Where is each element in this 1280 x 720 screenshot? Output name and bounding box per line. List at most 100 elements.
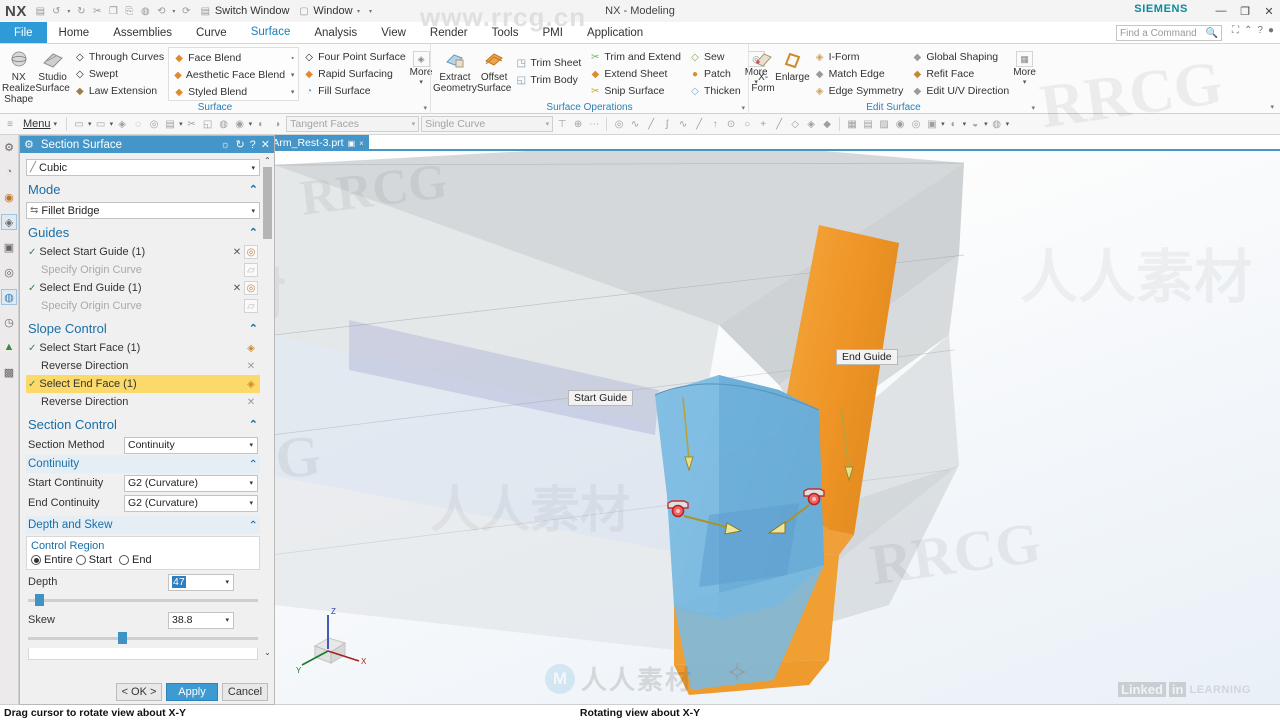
through-curves-button[interactable]: ◇ Through Curves bbox=[71, 49, 167, 65]
select-body-icon[interactable]: ◎ bbox=[147, 117, 161, 132]
edit-uv-direction-button[interactable]: ◆ Edit U/V Direction bbox=[908, 83, 1012, 99]
qat-overflow-caret-icon[interactable]: ▾ bbox=[367, 8, 375, 15]
background-caret-icon[interactable]: ▾ bbox=[963, 120, 967, 128]
history-caret-icon[interactable]: ▾ bbox=[170, 8, 178, 15]
nx-realize-shape-button[interactable]: NX Realize Shape bbox=[2, 47, 35, 105]
start-face-select-icon[interactable]: ◈ bbox=[244, 341, 258, 355]
restore-button[interactable]: ❐ bbox=[1238, 5, 1252, 18]
section-header-mode[interactable]: Mode ⌃ bbox=[26, 179, 260, 200]
layer-settings-caret-icon[interactable]: ▾ bbox=[941, 120, 945, 128]
studio-surface-button[interactable]: Studio Surface bbox=[35, 47, 70, 94]
subsection-header-depth-and-skew[interactable]: Depth and Skew ⌃ bbox=[26, 516, 260, 534]
tab-home[interactable]: Home bbox=[47, 22, 102, 43]
undo-dropdown-caret-icon[interactable]: ▾ bbox=[65, 8, 73, 15]
start-guide-clear-icon[interactable]: ✕ bbox=[230, 245, 244, 259]
thicken-button[interactable]: ◇ Thicken bbox=[686, 83, 744, 99]
save-icon[interactable]: ▤ bbox=[33, 4, 48, 19]
skew-slider-thumb[interactable] bbox=[117, 632, 127, 644]
redo-icon[interactable]: ↻ bbox=[74, 4, 89, 19]
fullscreen-icon[interactable]: ⛶ bbox=[1232, 25, 1239, 36]
tab-tools[interactable]: Tools bbox=[480, 22, 531, 43]
view-orient-icon[interactable]: ◒ bbox=[968, 117, 982, 132]
swept-button[interactable]: ◇ Swept bbox=[71, 66, 167, 82]
curve-rule-dropdown[interactable]: Single Curve ▾ bbox=[421, 116, 554, 132]
reuse-library-icon[interactable]: ◈ bbox=[1, 214, 17, 230]
tab-render[interactable]: Render bbox=[418, 22, 480, 43]
control-region-end-radio[interactable] bbox=[118, 555, 129, 565]
subsection-header-continuity[interactable]: Continuity ⌃ bbox=[26, 455, 260, 473]
dialog-scrollbar-thumb[interactable] bbox=[263, 167, 272, 239]
view-section-icon[interactable]: ◍ bbox=[990, 117, 1004, 132]
dialog-title-bar[interactable]: ⚙ Section Surface ☼ ↻ ? ✕ bbox=[20, 136, 274, 153]
tab-pmi[interactable]: PMI bbox=[530, 22, 574, 43]
snap-arc-center-icon[interactable]: ∿ bbox=[628, 117, 642, 132]
dialog-reset-icon[interactable]: ↻ bbox=[235, 138, 244, 151]
dialog-help-icon[interactable]: ? bbox=[250, 139, 256, 151]
start-continuity-combo[interactable]: G2 (Curvature) ▾ bbox=[124, 474, 258, 492]
snip-surface-button[interactable]: ✂ Snip Surface bbox=[586, 83, 684, 99]
reverse-direction-start-icon[interactable]: ✕ bbox=[244, 359, 258, 373]
fill-surface-button[interactable]: ◔ Fill Surface bbox=[300, 83, 409, 99]
snap-more-icon[interactable]: ⋯ bbox=[587, 117, 601, 132]
reverse-direction-end-icon[interactable]: ✕ bbox=[244, 395, 258, 409]
snap-quadrant-icon[interactable]: ∫ bbox=[660, 117, 674, 132]
x-form-button[interactable]: X-Form bbox=[751, 47, 775, 94]
stop-at-intersection-icon[interactable]: ⊤ bbox=[555, 117, 569, 132]
four-point-surface-button[interactable]: ◇ Four Point Surface bbox=[300, 49, 409, 65]
layer-settings-icon[interactable]: ▣ bbox=[925, 117, 939, 132]
global-shaping-button[interactable]: ◆ Global Shaping bbox=[908, 49, 1012, 65]
web-browser-icon[interactable]: ◎ bbox=[1, 264, 17, 280]
face-analysis-icon[interactable]: ◎ bbox=[909, 117, 923, 132]
select-sketch-icon[interactable]: ◍ bbox=[217, 117, 231, 132]
select-component-icon[interactable]: ◱ bbox=[201, 117, 215, 132]
select-feature-icon[interactable]: ◌ bbox=[131, 117, 145, 132]
control-region-entire-radio[interactable] bbox=[31, 555, 41, 565]
trim-and-extend-button[interactable]: ✂ Trim and Extend bbox=[586, 49, 684, 65]
face-blend-caret-icon[interactable]: ▪ bbox=[288, 55, 297, 62]
select-general-objects-icon[interactable]: ◈ bbox=[115, 117, 129, 132]
extract-geometry-button[interactable]: Extract Geometry bbox=[433, 47, 477, 94]
select-curve-caret-icon[interactable]: ▾ bbox=[249, 120, 253, 128]
origin-curve-start-select-icon[interactable]: ▱ bbox=[244, 263, 258, 277]
styled-blend-button[interactable]: ◆ Styled Blend bbox=[170, 84, 288, 100]
paste-special-icon[interactable]: ◍ bbox=[138, 4, 153, 19]
section-header-section-control[interactable]: Section Control ⌃ bbox=[26, 414, 260, 435]
edge-symmetry-button[interactable]: ◈ Edge Symmetry bbox=[811, 83, 907, 99]
tab-file[interactable]: File bbox=[0, 22, 47, 43]
section-method-combo[interactable]: Continuity ▾ bbox=[124, 436, 258, 454]
depth-slider[interactable] bbox=[28, 594, 258, 606]
row-specify-origin-curve-start[interactable]: Specify Origin Curve ▱ bbox=[26, 261, 260, 279]
minimize-button[interactable]: — bbox=[1214, 5, 1228, 17]
window-menu-button[interactable]: ▢ Window ▾ bbox=[293, 4, 365, 19]
row-select-start-guide[interactable]: ✓ Select Start Guide (1) ✕ ◎ bbox=[26, 243, 260, 261]
part-navigator-icon[interactable]: ◉ bbox=[1, 189, 17, 205]
end-continuity-combo[interactable]: G2 (Curvature) ▾ bbox=[124, 494, 258, 512]
paste-icon[interactable]: ⎘ bbox=[122, 4, 137, 19]
i-form-button[interactable]: ◈ I-Form bbox=[811, 49, 907, 65]
offset-surface-button[interactable]: Offset Surface bbox=[477, 47, 511, 94]
snap-tangent-icon[interactable]: ○ bbox=[740, 117, 754, 132]
tab-curve[interactable]: Curve bbox=[184, 22, 239, 43]
options-icon[interactable]: ● bbox=[1268, 25, 1274, 36]
surface-operations-group-expander-icon[interactable]: ▾ bbox=[741, 104, 745, 112]
collapse-ribbon-icon[interactable]: ⌃ bbox=[1244, 25, 1252, 36]
styled-blend-caret-icon[interactable]: ▾ bbox=[288, 88, 297, 96]
more-edit-surface-button[interactable]: ▦ More ▾ bbox=[1013, 47, 1036, 86]
refresh-icon[interactable]: ⟳ bbox=[179, 4, 194, 19]
select-curve-icon[interactable]: ◉ bbox=[233, 117, 247, 132]
snap-two-curve-icon[interactable]: ◇ bbox=[788, 117, 802, 132]
row-select-end-guide[interactable]: ✓ Select End Guide (1) ✕ ◎ bbox=[26, 279, 260, 297]
assembly-navigator-icon[interactable]: ⚙ bbox=[1, 139, 17, 155]
enlarge-button[interactable]: Enlarge bbox=[775, 47, 810, 83]
snap-control-point-icon[interactable]: ↑ bbox=[708, 117, 722, 132]
dialog-scroll-up-button[interactable]: ⌃ bbox=[263, 155, 272, 166]
trim-sheet-button[interactable]: ◳ Trim Sheet bbox=[512, 55, 584, 71]
aesthetic-face-blend-caret-icon[interactable]: ▾ bbox=[288, 71, 297, 79]
select-face-icon[interactable]: ▤ bbox=[163, 117, 177, 132]
aesthetic-face-blend-button[interactable]: ◆ Aesthetic Face Blend bbox=[170, 67, 288, 83]
view-section-caret-icon[interactable]: ▾ bbox=[1006, 120, 1010, 128]
render-style-icon[interactable]: ▦ bbox=[845, 117, 859, 132]
select-datum-icon[interactable]: ◑ bbox=[270, 117, 284, 132]
menu-button[interactable]: Menu ▾ bbox=[19, 118, 61, 130]
selection-filter-dropdown[interactable]: Tangent Faces ▾ bbox=[286, 116, 420, 132]
